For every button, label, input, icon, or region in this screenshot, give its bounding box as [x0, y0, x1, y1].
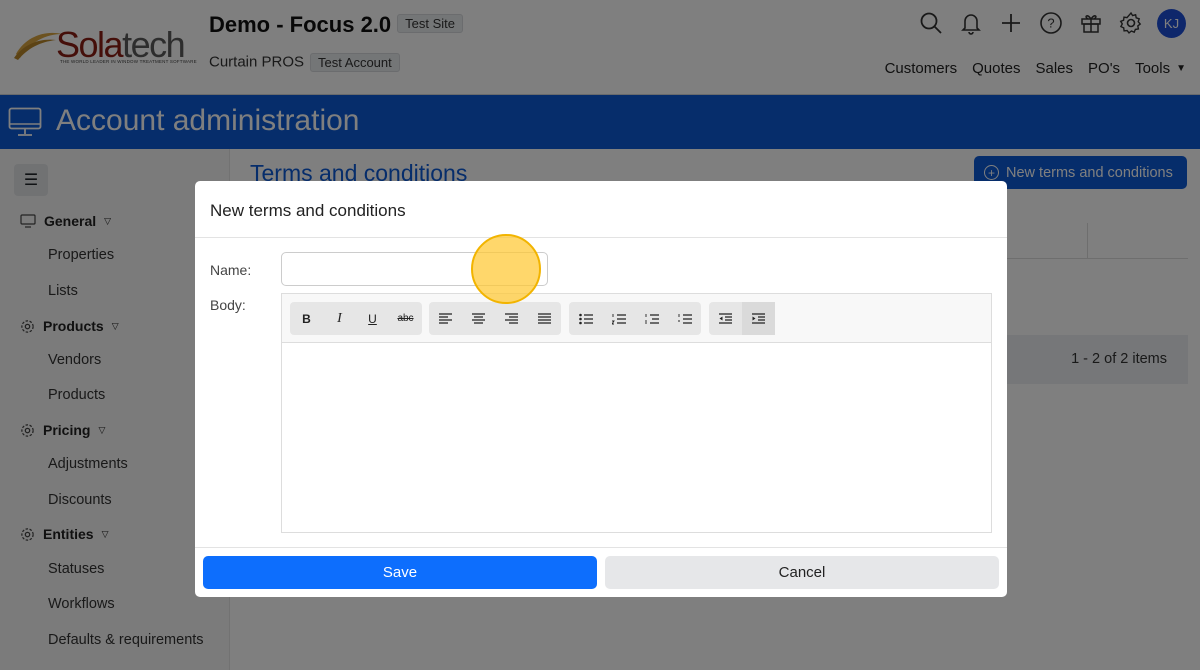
save-button[interactable]: Save: [203, 556, 597, 589]
align-right-icon[interactable]: [495, 302, 528, 335]
body-editor[interactable]: B I U abc: [281, 293, 992, 533]
outdent-icon[interactable]: [709, 302, 742, 335]
outline-list-icon[interactable]: [635, 302, 668, 335]
divider: [195, 237, 1007, 238]
format-group: B I U abc: [290, 302, 422, 335]
click-indicator: [471, 234, 541, 304]
bold-button[interactable]: B: [290, 302, 323, 335]
align-justify-icon[interactable]: [528, 302, 561, 335]
indented-list-icon[interactable]: [668, 302, 701, 335]
align-group: [429, 302, 561, 335]
indent-icon[interactable]: [742, 302, 775, 335]
indent-group: [709, 302, 775, 335]
name-label: Name:: [210, 262, 252, 278]
strikethrough-button[interactable]: abc: [389, 302, 422, 335]
divider: [195, 547, 1007, 548]
bullet-list-icon[interactable]: [569, 302, 602, 335]
numbered-list-icon[interactable]: [602, 302, 635, 335]
list-group: [569, 302, 701, 335]
body-label: Body:: [210, 297, 246, 313]
new-terms-dialog: New terms and conditions Name: Body: B I…: [195, 181, 1007, 597]
editor-toolbar: B I U abc: [282, 294, 991, 343]
italic-button[interactable]: I: [323, 302, 356, 335]
underline-button[interactable]: U: [356, 302, 389, 335]
align-left-icon[interactable]: [429, 302, 462, 335]
cancel-button[interactable]: Cancel: [605, 556, 999, 589]
align-center-icon[interactable]: [462, 302, 495, 335]
dialog-title: New terms and conditions: [210, 201, 406, 220]
